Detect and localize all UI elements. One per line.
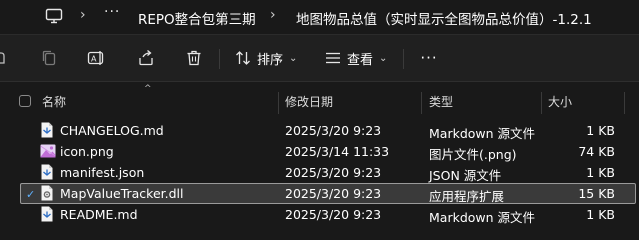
sort-button[interactable]: 排序 ⌄	[235, 45, 297, 71]
image-file-icon	[40, 143, 56, 159]
column-header-name[interactable]: 名称	[42, 93, 66, 110]
copy-icon	[40, 49, 58, 67]
column-divider[interactable]	[278, 92, 279, 114]
file-name: MapValueTracker.dll	[60, 186, 184, 201]
share-icon	[137, 49, 155, 67]
column-header-size[interactable]: 大小	[548, 93, 572, 110]
chevron-right-icon[interactable]: ›	[80, 7, 86, 23]
json-file-icon	[40, 164, 54, 180]
toolbar-divider	[219, 49, 220, 69]
breadcrumb-current[interactable]: 地图物品总值（实时显示全图物品总价值）-1.2.1	[296, 8, 592, 28]
file-size: 15 KB	[578, 186, 615, 201]
delete-button[interactable]	[183, 45, 205, 71]
command-bar: A 排序 ⌄ 查看 ⌄ ···	[0, 34, 639, 82]
share-button[interactable]	[135, 45, 157, 71]
sort-ascending-icon: ^	[144, 84, 152, 94]
column-header-modified[interactable]: 修改日期	[285, 93, 333, 110]
column-divider[interactable]	[541, 92, 542, 114]
file-type: 图片文件(.png)	[429, 147, 517, 162]
rename-icon: A	[87, 49, 107, 67]
select-all-checkbox[interactable]	[19, 95, 31, 107]
breadcrumb-overflow-button[interactable]: ···	[104, 4, 120, 20]
file-name: icon.png	[60, 144, 114, 159]
file-modified: 2025/3/20 9:23	[285, 207, 382, 222]
column-divider[interactable]	[624, 92, 625, 114]
sort-label: 排序	[257, 52, 284, 68]
file-row[interactable]: README.md 2025/3/20 9:23 Markdown 源文件 1 …	[20, 204, 636, 225]
markdown-file-icon	[40, 122, 54, 138]
file-row[interactable]: manifest.json 2025/3/20 9:23 JSON 源文件 1 …	[20, 162, 636, 183]
rename-button[interactable]: A	[86, 45, 108, 71]
file-modified: 2025/3/14 11:33	[285, 144, 390, 159]
chevron-down-icon: ⌄	[379, 52, 388, 64]
file-list: ^ 名称 修改日期 类型 大小 CHANGELOG.md 2025/3/20 9…	[0, 82, 639, 238]
view-icon	[325, 50, 341, 66]
toolbar-divider	[403, 49, 404, 69]
breadcrumb-parent[interactable]: REPO整合包第三期	[138, 8, 256, 28]
file-type: JSON 源文件	[429, 168, 502, 183]
dll-file-icon	[40, 185, 54, 201]
column-header-type[interactable]: 类型	[429, 93, 453, 110]
file-type: Markdown 源文件	[429, 210, 536, 225]
view-button[interactable]: 查看 ⌄	[325, 45, 387, 71]
sort-icon	[235, 50, 251, 66]
file-row-selected[interactable]: ✓ MapValueTracker.dll 2025/3/20 9:23 应用程…	[20, 183, 636, 204]
checkmark-icon[interactable]: ✓	[26, 188, 35, 201]
file-size: 74 KB	[578, 144, 615, 159]
file-size: 1 KB	[586, 207, 615, 222]
file-modified: 2025/3/20 9:23	[285, 123, 382, 138]
address-bar[interactable]: › ··· REPO整合包第三期 › 地图物品总值（实时显示全图物品总价值）-1…	[0, 0, 639, 34]
this-pc-icon[interactable]	[45, 7, 63, 25]
svg-text:A: A	[91, 55, 97, 64]
file-size: 1 KB	[586, 123, 615, 138]
file-modified: 2025/3/20 9:23	[285, 186, 382, 201]
chevron-down-icon: ⌄	[289, 52, 298, 64]
column-header-row: ^ 名称 修改日期 类型 大小	[0, 84, 639, 116]
file-name: README.md	[60, 207, 138, 222]
column-divider[interactable]	[421, 92, 422, 114]
file-row[interactable]: icon.png 2025/3/14 11:33 图片文件(.png) 74 K…	[20, 141, 636, 162]
more-icon: ···	[420, 49, 438, 67]
file-type: Markdown 源文件	[429, 126, 536, 141]
chevron-right-icon[interactable]: ›	[270, 7, 276, 23]
markdown-file-icon	[40, 206, 54, 222]
file-size: 1 KB	[586, 165, 615, 180]
trash-icon	[185, 49, 203, 67]
file-name: manifest.json	[60, 165, 145, 180]
new-button-edge[interactable]	[0, 45, 8, 71]
copy-button[interactable]	[38, 45, 60, 71]
file-row[interactable]: CHANGELOG.md 2025/3/20 9:23 Markdown 源文件…	[20, 120, 636, 141]
file-modified: 2025/3/20 9:23	[285, 165, 382, 180]
file-name: CHANGELOG.md	[60, 123, 164, 138]
file-type: 应用程序扩展	[429, 189, 505, 204]
more-options-button[interactable]: ···	[417, 45, 441, 71]
view-label: 查看	[347, 52, 374, 68]
